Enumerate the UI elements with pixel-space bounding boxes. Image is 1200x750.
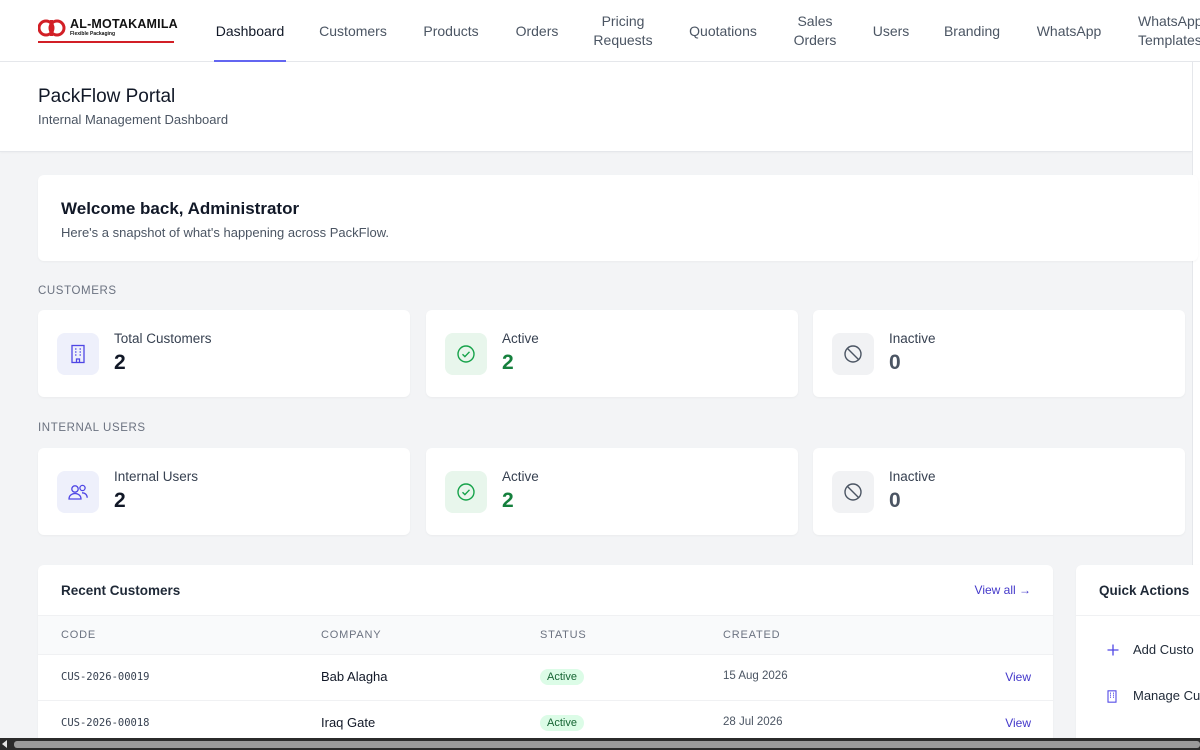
column-header-created[interactable]: CREATED [723,629,780,641]
created-date: 15 Aug 2026 [723,670,788,682]
table-row[interactable]: CUS-2026-00019 Bab Alagha Active 15 Aug … [38,655,1053,701]
nav-branding-label: Branding [943,22,1001,39]
building-icon [1106,688,1120,704]
customer-code: CUS-2026-00018 [61,717,150,729]
stat-value: 2 [502,351,514,374]
view-link[interactable]: View [1005,716,1031,730]
customer-company: Iraq Gate [321,715,376,730]
column-header-status[interactable]: STATUS [540,629,587,641]
welcome-subtitle: Here's a snapshot of what's happening ac… [61,225,389,240]
stat-card-internal-users[interactable]: Internal Users 2 [38,448,410,535]
stat-value: 2 [114,351,126,374]
check-circle-icon [445,333,487,375]
stat-value: 0 [889,489,901,512]
top-nav: AL-MOTAKAMILA Flexible Packaging Dashboa… [0,0,1200,62]
stat-value: 0 [889,351,901,374]
check-circle-icon [445,471,487,513]
welcome-card: Welcome back, Administrator Here's a sna… [38,175,1198,261]
nav-sales-orders[interactable]: Sales Orders [789,0,841,62]
nav-whatsapp-templates-label: WhatsApp Templates [1138,12,1200,50]
view-link[interactable]: View [1005,670,1031,684]
column-header-code[interactable]: CODE [61,629,96,641]
customer-code: CUS-2026-00019 [61,671,150,683]
nav-whatsapp-label: WhatsApp [1036,22,1102,39]
created-date: 28 Jul 2026 [723,716,783,728]
stat-card-active-customers[interactable]: Active 2 [426,310,798,397]
brand-tagline: Flexible Packaging [70,31,116,37]
stat-label: Active [502,469,539,484]
stat-card-inactive-customers[interactable]: Inactive 0 [813,310,1185,397]
plus-icon [1106,642,1120,658]
status-badge: Active [540,669,584,685]
stat-label: Total Customers [114,331,212,346]
nav-users-label: Users [872,22,910,39]
section-label-customers: CUSTOMERS [38,285,117,297]
stat-label: Active [502,331,539,346]
stat-card-active-users[interactable]: Active 2 [426,448,798,535]
quick-action-label: Manage Cu [1133,688,1200,703]
ban-icon [832,333,874,375]
nav-customers-label: Customers [319,22,387,39]
nav-orders[interactable]: Orders [511,0,563,62]
divider [1076,615,1200,616]
ban-icon [832,471,874,513]
status-badge: Active [540,715,584,731]
logo-mark-icon [38,19,66,37]
nav-quotations[interactable]: Quotations [684,0,762,62]
table-header: CODE COMPANY STATUS CREATED [38,615,1053,655]
section-label-internal-users: INTERNAL USERS [38,422,146,434]
quick-action-label: Add Custo [1133,642,1194,657]
nav-pricing-requests-label: Pricing Requests [593,12,652,50]
nav-sales-line2: Orders [793,32,837,48]
nav-products-label: Products [423,22,479,39]
column-header-company[interactable]: COMPANY [321,629,381,641]
scroll-left-arrow-icon[interactable] [2,740,7,748]
stat-label: Internal Users [114,469,199,484]
side-panel-edge [1192,62,1200,610]
page-header: PackFlow Portal Internal Management Dash… [0,62,1192,152]
brand-underline [38,41,174,43]
quick-actions-card: Quick Actions Add Custo Manage Cu [1076,565,1200,750]
stat-card-inactive-users[interactable]: Inactive 0 [813,448,1185,535]
building-icon [57,333,99,375]
nav-whatsapp-templates[interactable]: WhatsApp Templates [1138,0,1200,62]
stat-card-total-customers[interactable]: Total Customers 2 [38,310,410,397]
nav-sales-line1: Sales [797,13,833,29]
scrollbar-thumb[interactable] [14,741,1200,748]
nav-orders-label: Orders [515,22,559,39]
recent-customers-card: Recent Customers View all → CODE COMPANY… [38,565,1053,750]
nav-pricing-requests[interactable]: Pricing Requests [590,0,656,62]
stat-value: 2 [502,489,514,512]
nav-templates-line2: Templates [1138,32,1200,48]
nav-dashboard-label: Dashboard [215,22,285,39]
stat-label: Inactive [889,469,936,484]
nav-templates-line1: WhatsApp [1138,13,1200,29]
nav-products[interactable]: Products [419,0,483,62]
page-title: PackFlow Portal [38,86,176,107]
nav-quotations-label: Quotations [689,22,757,39]
recent-customers-title: Recent Customers [61,583,181,598]
nav-dashboard[interactable]: Dashboard [214,0,286,62]
welcome-title: Welcome back, Administrator [61,199,300,218]
customer-company: Bab Alagha [321,669,388,684]
page-subtitle: Internal Management Dashboard [38,112,229,127]
nav-customers[interactable]: Customers [314,0,392,62]
users-icon [57,471,99,513]
brand-logo[interactable]: AL-MOTAKAMILA Flexible Packaging [38,16,178,44]
nav-pricing-line2: Requests [593,32,653,48]
stat-label: Inactive [889,331,936,346]
nav-whatsapp[interactable]: WhatsApp [1032,0,1106,62]
quick-actions-title: Quick Actions [1099,583,1190,598]
view-all-link[interactable]: View all → [975,583,1031,597]
horizontal-scrollbar[interactable] [0,738,1200,750]
nav-sales-orders-label: Sales Orders [794,12,837,50]
nav-branding[interactable]: Branding [940,0,1004,62]
stat-value: 2 [114,489,126,512]
nav-users[interactable]: Users [868,0,914,62]
nav-pricing-line1: Pricing [601,13,645,29]
brand-name: AL-MOTAKAMILA [70,17,178,31]
